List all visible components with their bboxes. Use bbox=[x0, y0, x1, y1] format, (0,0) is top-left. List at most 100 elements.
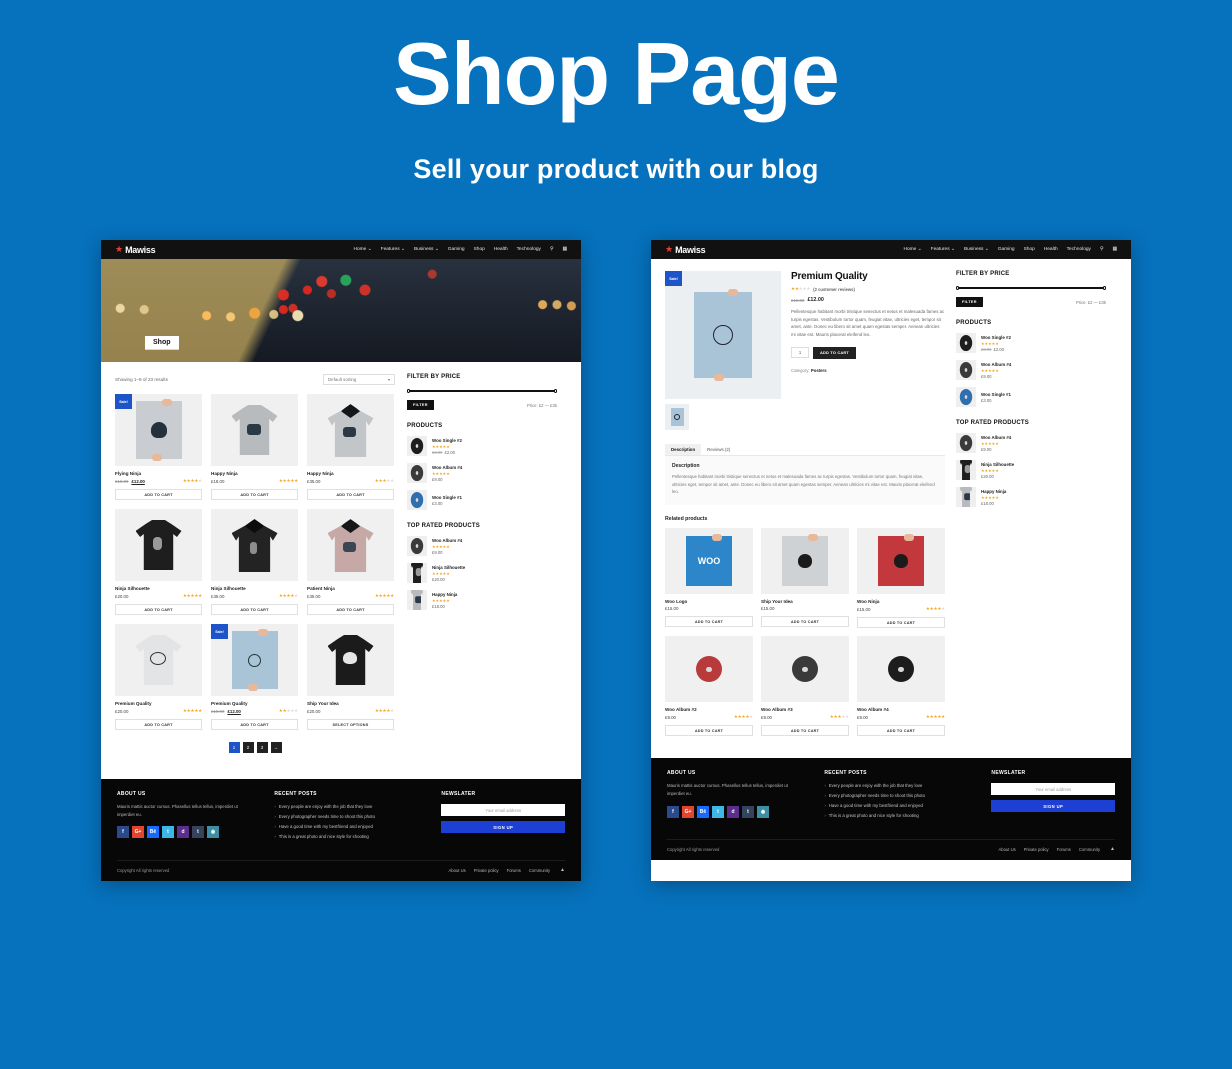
googleplus-icon[interactable]: G+ bbox=[682, 805, 694, 818]
signup-button[interactable]: SIGN UP bbox=[441, 821, 565, 833]
scroll-to-top-icon[interactable]: ▲ bbox=[560, 867, 565, 873]
widget-top-rated-item[interactable]: Ninja Silhouette ★★★★★ £20.00 bbox=[407, 563, 557, 583]
pagination-page[interactable]: 1 bbox=[228, 742, 240, 753]
instagram-icon[interactable]: ◉ bbox=[757, 805, 769, 818]
related-product-card[interactable]: Woo Album #2 £9.00 ★★★★★ ADD TO CART bbox=[665, 636, 753, 737]
add-to-cart-button[interactable]: ADD TO CART bbox=[115, 719, 202, 730]
dribbble-icon[interactable]: d bbox=[177, 826, 189, 839]
scroll-to-top-icon[interactable]: ▲ bbox=[1110, 846, 1115, 852]
footer-link[interactable]: Community bbox=[529, 868, 550, 873]
instagram-icon[interactable]: ◉ bbox=[207, 826, 219, 839]
add-to-cart-button[interactable]: ADD TO CART bbox=[115, 489, 202, 500]
add-to-cart-button[interactable]: ADD TO CART bbox=[307, 489, 394, 500]
widget-top-rated-item[interactable]: Happy Ninja ★★★★★ £18.00 bbox=[407, 590, 557, 610]
product-card[interactable]: Happy Ninja £18.00 ★★★★★ ADD TO CART bbox=[211, 394, 298, 500]
widget-top-rated-item[interactable]: Woo Album #4 ★★★★★ £9.00 bbox=[407, 536, 557, 556]
footer-post-item[interactable]: › This is a great photo and nice style fo… bbox=[824, 813, 971, 818]
reviews-count[interactable]: (2 customer reviews) bbox=[813, 287, 855, 292]
product-card[interactable]: Ninja Silhouette £35.00 ★★★★★ ADD TO CART bbox=[211, 509, 298, 615]
related-product-card[interactable]: WOO Woo Logo £15.00 ADD TO CART bbox=[665, 528, 753, 628]
price-slider[interactable] bbox=[407, 389, 557, 393]
widget-product-item[interactable]: Woo Album #4 ★★★★★ £9.00 bbox=[407, 463, 557, 483]
footer-post-item[interactable]: › Have a good time with my bestfriend and… bbox=[824, 803, 971, 808]
product-thumbnail[interactable] bbox=[211, 394, 298, 466]
filter-button[interactable]: FILTER bbox=[407, 400, 434, 410]
widget-product-item[interactable]: Woo Single #2 ★★★★★ £3.00 £2.00 bbox=[407, 436, 557, 456]
add-to-cart-button[interactable]: ADD TO CART bbox=[761, 725, 849, 737]
related-product-card[interactable]: Woo Ninja £15.00 ★★★★★ ADD TO CART bbox=[857, 528, 945, 629]
widget-top-rated-item[interactable]: Happy Ninja ★★★★★ £18.00 bbox=[956, 487, 1106, 507]
nav-item-home[interactable]: Home ⌄ bbox=[904, 247, 922, 252]
product-tab[interactable]: Description bbox=[665, 444, 702, 455]
behance-icon[interactable]: Bē bbox=[147, 826, 159, 839]
add-to-cart-button[interactable]: ADD TO CART bbox=[857, 725, 945, 737]
product-card[interactable]: Patient Ninja £35.00 ★★★★★ ADD TO CART bbox=[307, 509, 394, 615]
nav-item-features[interactable]: Features ⌄ bbox=[381, 247, 405, 252]
search-icon[interactable]: ⚲ bbox=[1100, 247, 1104, 252]
product-thumbnail[interactable] bbox=[761, 528, 849, 595]
product-thumbnail[interactable] bbox=[211, 509, 298, 581]
footer-link[interactable]: About Us bbox=[999, 847, 1016, 852]
nav-item-health[interactable]: Health bbox=[494, 247, 508, 252]
product-thumbnail[interactable] bbox=[307, 624, 394, 696]
slider-knob-max[interactable] bbox=[553, 389, 557, 393]
grid-menu-icon[interactable]: ▦ bbox=[1112, 247, 1117, 252]
add-to-cart-button[interactable]: ADD TO CART bbox=[307, 604, 394, 615]
add-to-cart-button[interactable]: ADD TO CART bbox=[665, 616, 753, 628]
nav-item-health[interactable]: Health bbox=[1044, 247, 1058, 252]
slider-track[interactable] bbox=[959, 287, 1103, 289]
add-to-cart-button[interactable]: ADD TO CART bbox=[665, 725, 753, 737]
search-icon[interactable]: ⚲ bbox=[550, 247, 554, 252]
nav-item-technology[interactable]: Technology bbox=[1067, 247, 1091, 252]
quantity-stepper[interactable]: 1 bbox=[791, 347, 809, 359]
tumblr-icon[interactable]: t bbox=[192, 826, 204, 839]
product-thumbnail[interactable] bbox=[115, 624, 202, 696]
widget-product-item[interactable]: Woo Single #1 £3.00 bbox=[956, 387, 1106, 407]
add-to-cart-button[interactable]: ADD TO CART bbox=[211, 604, 298, 615]
related-product-card[interactable]: Ship Your Idea £15.00 ADD TO CART bbox=[761, 528, 849, 628]
category-value[interactable]: Posters bbox=[811, 368, 827, 373]
add-to-cart-button[interactable]: ADD TO CART bbox=[761, 616, 849, 628]
product-thumbnail[interactable] bbox=[307, 509, 394, 581]
widget-top-rated-item[interactable]: Ninja Silhouette ★★★★★ £20.00 bbox=[956, 460, 1106, 480]
related-product-card[interactable]: Woo Album #3 £9.00 ★★★★★ ADD TO CART bbox=[761, 636, 849, 737]
pagination-page[interactable]: 2 bbox=[242, 742, 254, 753]
add-to-cart-button[interactable]: SELECT OPTIONS bbox=[307, 719, 394, 730]
add-to-cart-button[interactable]: ADD TO CART bbox=[857, 617, 945, 629]
pagination-page[interactable]: 3 bbox=[256, 742, 268, 753]
footer-link[interactable]: Private policy bbox=[474, 868, 499, 873]
footer-link[interactable]: Community bbox=[1079, 847, 1100, 852]
widget-product-item[interactable]: Woo Album #4 ★★★★★ £9.00 bbox=[956, 360, 1106, 380]
slider-knob-max[interactable] bbox=[1102, 286, 1106, 290]
widget-product-item[interactable]: Woo Single #2 ★★★★★ £3.00 £2.00 bbox=[956, 333, 1106, 353]
site-logo-2[interactable]: ★ Mawiss bbox=[665, 245, 706, 255]
product-card[interactable]: Premium Quality £20.00 ★★★★★ ADD TO CART bbox=[115, 624, 202, 730]
nav-item-gaming[interactable]: Gaming bbox=[448, 247, 465, 252]
product-card[interactable]: Happy Ninja £35.00 ★★★★★ ADD TO CART bbox=[307, 394, 394, 500]
add-to-cart-button[interactable]: ADD TO CART bbox=[211, 719, 298, 730]
twitter-icon[interactable]: t bbox=[712, 805, 724, 818]
widget-top-rated-item[interactable]: Woo Album #4 ★★★★★ £9.00 bbox=[956, 433, 1106, 453]
nav-item-gaming[interactable]: Gaming bbox=[998, 247, 1015, 252]
add-to-cart-button[interactable]: ADD TO CART bbox=[813, 346, 856, 359]
googleplus-icon[interactable]: G+ bbox=[132, 826, 144, 839]
email-field[interactable]: Your email address bbox=[991, 783, 1115, 796]
product-thumbnail[interactable] bbox=[307, 394, 394, 466]
sorting-select[interactable]: Default sorting ▾ bbox=[323, 374, 395, 385]
pagination-next[interactable]: → bbox=[270, 742, 282, 753]
product-thumbnail[interactable]: Sale! bbox=[115, 394, 202, 466]
nav-item-home[interactable]: Home ⌄ bbox=[354, 247, 372, 252]
nav-item-business[interactable]: Business ⌄ bbox=[964, 247, 989, 252]
footer-post-item[interactable]: › Have a good time with my bestfriend and… bbox=[274, 824, 421, 829]
nav-item-features[interactable]: Features ⌄ bbox=[931, 247, 955, 252]
signup-button[interactable]: SIGN UP bbox=[991, 800, 1115, 813]
product-tab[interactable]: Reviews (2) bbox=[701, 444, 736, 455]
filter-button[interactable]: FILTER bbox=[956, 297, 983, 307]
nav-item-shop[interactable]: Shop bbox=[474, 247, 485, 252]
nav-item-business[interactable]: Business ⌄ bbox=[414, 247, 439, 252]
product-thumbnail[interactable] bbox=[665, 404, 689, 430]
product-thumbnail[interactable] bbox=[665, 636, 753, 703]
price-slider[interactable] bbox=[956, 286, 1106, 290]
facebook-icon[interactable]: f bbox=[117, 826, 129, 839]
product-card[interactable]: Sale! Premium Quality £15.00 £12.00 ★★★★★ ADD… bbox=[211, 624, 298, 730]
